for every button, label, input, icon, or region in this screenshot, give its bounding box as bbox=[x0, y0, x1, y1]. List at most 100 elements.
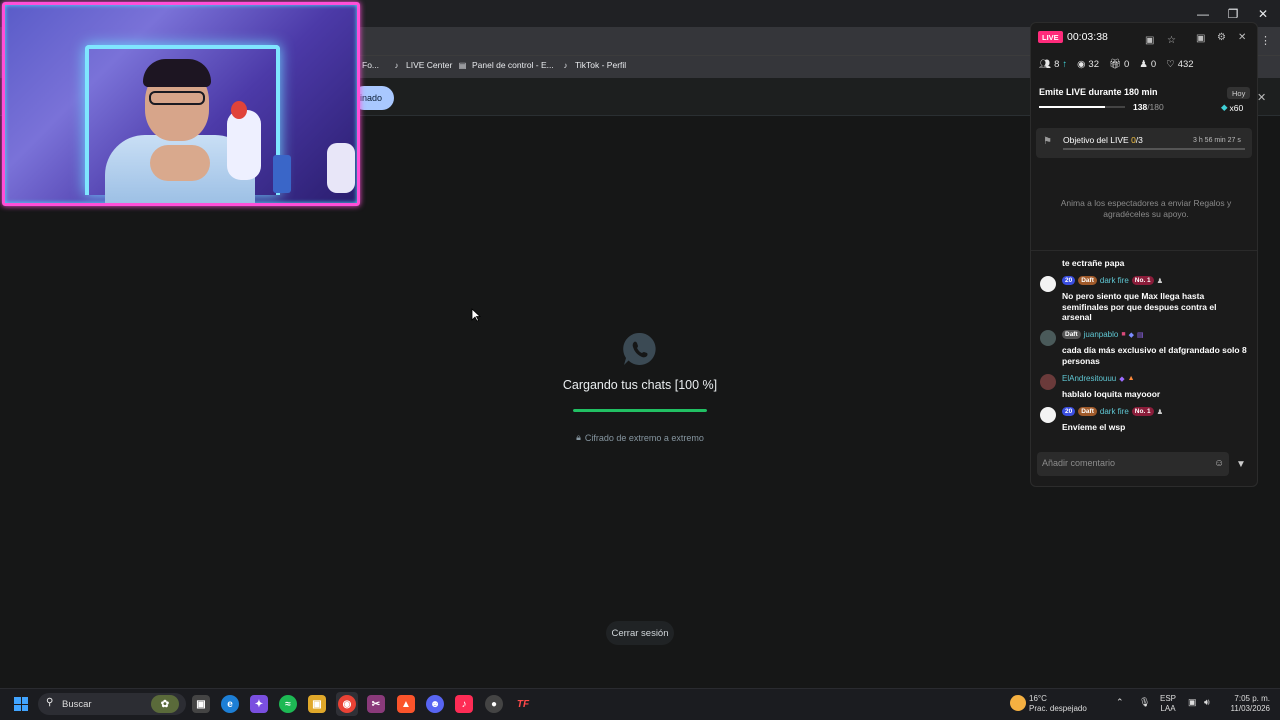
screen-share-icon[interactable]: ▣ bbox=[1145, 35, 1154, 46]
bookmark-label: Fo... bbox=[362, 60, 380, 70]
heart-icon: ♡ bbox=[1166, 59, 1175, 70]
tiktok-icon[interactable]: ♪ bbox=[455, 695, 473, 713]
tiktok-icon: ♪ bbox=[394, 60, 399, 70]
plush-toy bbox=[227, 110, 261, 180]
level-badge: 20 bbox=[1062, 276, 1076, 285]
fan-club-badge: Daft bbox=[1062, 330, 1081, 339]
rank-badge: No. 1 bbox=[1131, 276, 1154, 285]
username[interactable]: dark fire bbox=[1100, 407, 1129, 416]
filter-icon[interactable]: ▼ bbox=[1236, 459, 1246, 470]
arrow-up-icon: ↑ bbox=[1062, 59, 1068, 70]
loading-progress-bar bbox=[573, 409, 707, 412]
copilot-icon[interactable]: ✦ bbox=[250, 695, 268, 713]
avatar[interactable] bbox=[1040, 276, 1056, 292]
encryption-text: Cifrado de extremo a extremo bbox=[584, 432, 704, 443]
cup bbox=[273, 155, 291, 193]
progress-fill bbox=[573, 409, 707, 412]
chat-message[interactable]: 20 Daft dark fire No. 1 ♟ No pero siento… bbox=[1040, 276, 1252, 324]
clock[interactable]: 7:05 p. m. 11/03/2026 bbox=[1222, 694, 1270, 714]
bookmark-label: TikTok - Perfil bbox=[575, 60, 627, 70]
bookmark-tiktok-profile[interactable]: ♪ TikTok - Perfil bbox=[561, 60, 627, 70]
chrome-icon[interactable]: ◉ bbox=[338, 695, 356, 713]
rank-badge: No. 1 bbox=[1131, 407, 1154, 416]
lock-icon: 🔒︎ bbox=[576, 432, 581, 442]
star-icon[interactable]: ☆ bbox=[1167, 35, 1176, 46]
weather-icon[interactable] bbox=[1010, 695, 1026, 711]
volume-icon[interactable]: 🔊︎ bbox=[1204, 697, 1210, 708]
gem-icon: ◆ bbox=[1221, 102, 1228, 112]
comment-input[interactable]: Añadir comentario bbox=[1037, 452, 1229, 476]
weather-widget[interactable]: 16°C Prac. despejado bbox=[1029, 694, 1087, 714]
document-icon: ▤ bbox=[458, 60, 467, 70]
weather-desc: Prac. despejado bbox=[1029, 704, 1087, 713]
objective-icon: ⚑ bbox=[1043, 136, 1052, 147]
chevron-up-icon[interactable]: ⌃ bbox=[1116, 697, 1124, 708]
file-explorer-icon[interactable]: ▣ bbox=[308, 695, 326, 713]
chat-message[interactable]: Daft juanpablo ■ ◆ ▤ cada día más exclus… bbox=[1040, 330, 1252, 366]
objective-progress-bar bbox=[1063, 148, 1245, 150]
microphone-icon[interactable]: 🎙︎ bbox=[1139, 697, 1150, 708]
user-plus-icon: ♟ bbox=[1139, 59, 1148, 70]
network-icon[interactable]: ▣ bbox=[1188, 697, 1197, 708]
date: 11/03/2026 bbox=[1230, 704, 1270, 713]
username[interactable]: juanpablo bbox=[1084, 330, 1119, 339]
encryption-notice: 🔒︎ Cifrado de extremo a extremo bbox=[540, 432, 740, 443]
gifts-stat[interactable]: 🎁︎ 0 bbox=[1109, 59, 1129, 70]
logout-button[interactable]: Cerrar sesión bbox=[606, 621, 674, 645]
views-stat[interactable]: ◉ 32 bbox=[1077, 59, 1099, 70]
weather-temp: 16°C bbox=[1029, 694, 1047, 703]
chat-message: te ectrañe papa bbox=[1040, 257, 1252, 271]
avatar[interactable] bbox=[1040, 407, 1056, 423]
obs-icon[interactable]: ● bbox=[485, 695, 503, 713]
objective-title: Objetivo del LIVE 0/3 bbox=[1063, 135, 1143, 145]
brave-icon[interactable]: ▲ bbox=[397, 695, 415, 713]
message-text: No pero siento que Max llega hasta semif… bbox=[1062, 291, 1217, 322]
edge-icon[interactable]: e bbox=[221, 695, 239, 713]
username[interactable]: ElAndresitouuu bbox=[1062, 374, 1116, 383]
objective-time-left: 3 h 56 min 27 s bbox=[1193, 137, 1241, 144]
mouse-cursor-icon bbox=[471, 308, 481, 322]
today-badge[interactable]: Hoy bbox=[1227, 87, 1251, 99]
level-badge: 20 bbox=[1062, 407, 1076, 416]
gift-encourage-text: Anima a los espectadores a enviar Regalo… bbox=[1060, 198, 1232, 219]
goal-progress-fill bbox=[1039, 106, 1105, 108]
snipping-tool-icon[interactable]: ✂ bbox=[367, 695, 385, 713]
likes-stat[interactable]: ♡ 432 bbox=[1166, 59, 1193, 70]
bookmark-panel-control[interactable]: ▤ Panel de control - E... bbox=[458, 60, 554, 70]
tiktok-studio-icon[interactable]: TF bbox=[514, 695, 532, 713]
bookmark-live-center[interactable]: ♪ LIVE Center bbox=[392, 60, 453, 70]
chat-message[interactable]: 20 Daft dark fire No. 1 ♟ Envíeme el wsp bbox=[1040, 407, 1252, 433]
eye-icon: ◉ bbox=[1077, 59, 1086, 70]
message-text: cada día más exclusivo el dafgrandado so… bbox=[1062, 345, 1247, 366]
tiktok-icon: ♪ bbox=[563, 60, 568, 70]
windows-start-icon[interactable] bbox=[14, 697, 28, 711]
avatar[interactable] bbox=[1040, 374, 1056, 390]
webcam-overlay bbox=[2, 2, 360, 206]
fan-club-badge: Daft bbox=[1078, 407, 1097, 416]
more-options-icon[interactable]: ⋮ bbox=[1260, 34, 1271, 47]
user-icon: ♟ bbox=[1156, 277, 1163, 285]
task-view-icon[interactable]: ▣ bbox=[192, 695, 210, 713]
shares-stat[interactable]: ♟ 0 bbox=[1139, 59, 1156, 70]
avatar[interactable] bbox=[1040, 330, 1056, 346]
username[interactable]: dark fire bbox=[1100, 276, 1129, 285]
message-text: Envíeme el wsp bbox=[1062, 422, 1126, 432]
figure-toy bbox=[231, 101, 247, 119]
discord-icon[interactable]: ☻ bbox=[426, 695, 444, 713]
bookmark-item[interactable]: Fo... bbox=[362, 60, 379, 70]
close-goal-icon[interactable]: ✕ bbox=[1257, 91, 1266, 104]
emoji-icon[interactable]: ☺ bbox=[1214, 458, 1224, 469]
badge-icon: ◆ bbox=[1119, 375, 1125, 383]
user-icon: ♟ bbox=[1156, 408, 1163, 416]
spotify-icon[interactable]: ≈ bbox=[279, 695, 297, 713]
settings-icon[interactable]: ⚙ bbox=[1217, 32, 1226, 43]
lock-icon[interactable]: ▣ bbox=[1196, 33, 1205, 44]
whatsapp-icon bbox=[623, 332, 656, 365]
plush-toy bbox=[327, 143, 355, 193]
language-indicator[interactable]: ESP LAA bbox=[1160, 694, 1176, 714]
fire-icon: ▲ bbox=[1127, 375, 1135, 382]
search-highlight-icon[interactable]: ✿ bbox=[151, 695, 179, 713]
viewers-stat[interactable]: 👥︎ 8 ↑ bbox=[1039, 59, 1067, 70]
close-panel-icon[interactable]: ✕ bbox=[1238, 32, 1246, 43]
chat-message[interactable]: ElAndresitouuu ◆ ▲ hablalo loquita mayoo… bbox=[1040, 374, 1252, 400]
